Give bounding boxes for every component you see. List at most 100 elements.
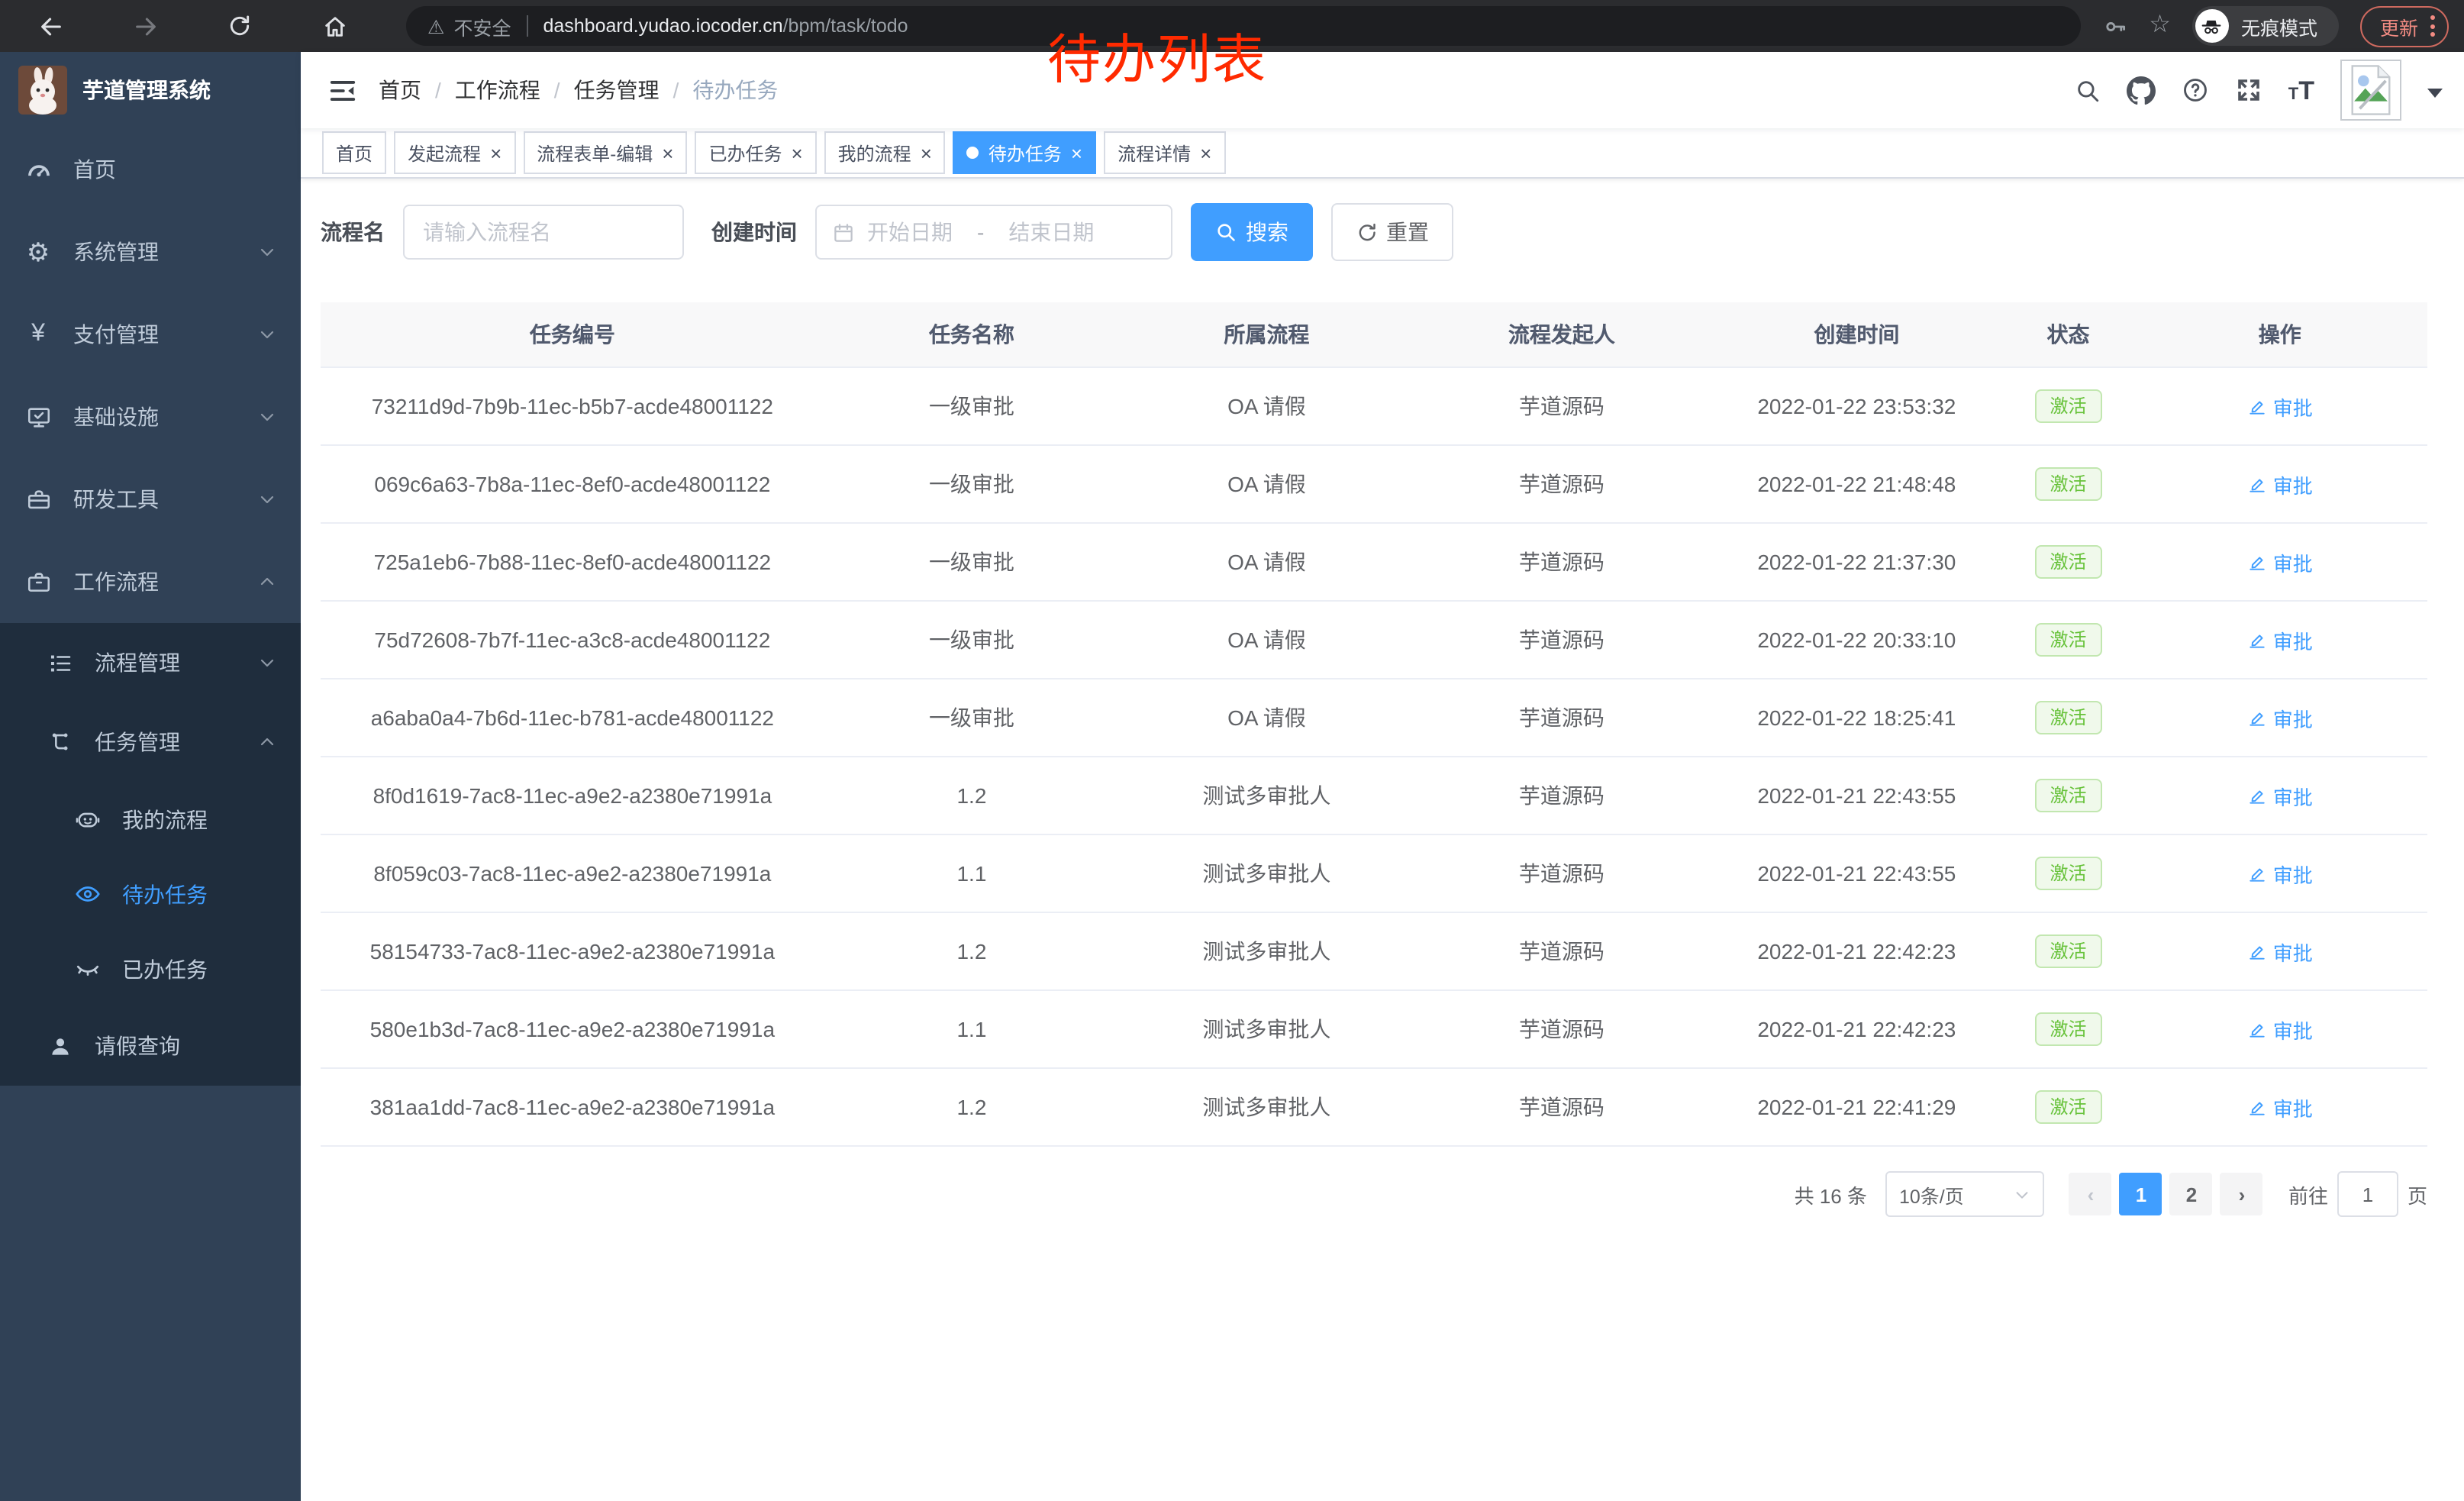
cell-process: 测试多审批人	[1119, 990, 1414, 1068]
cell-process: 测试多审批人	[1119, 834, 1414, 912]
site-security-section[interactable]: ⚠ 不安全	[427, 11, 511, 40]
sidebar-item-system[interactable]: ⚙ 系统管理	[0, 211, 301, 293]
browser-back-button[interactable]	[24, 5, 76, 47]
table-row: 8f0d1619-7ac8-11ec-a9e2-a2380e71991a 1.2…	[321, 757, 2427, 834]
cell-create-time: 2022-01-21 22:42:23	[1709, 990, 2004, 1068]
browser-menu-icon[interactable]	[2430, 15, 2435, 37]
pager: ‹ 12 ›	[2066, 1173, 2267, 1215]
tab-close-icon[interactable]: ×	[791, 143, 802, 163]
sidebar-item-my-process[interactable]: 我的流程	[0, 782, 301, 857]
sidebar: 芋道管理系统 首页 ⚙ 系统管理 ¥ 支付管理	[0, 52, 301, 1501]
tab[interactable]: 已办任务 ×	[695, 131, 816, 174]
cell-process: OA 请假	[1119, 523, 1414, 601]
browser-update-button[interactable]: 更新	[2360, 5, 2449, 47]
reset-button[interactable]: 重置	[1331, 203, 1453, 261]
approve-button[interactable]: 审批	[2247, 625, 2313, 654]
browser-reload-button[interactable]	[214, 5, 266, 47]
cell-status: 激活	[2004, 601, 2133, 679]
monitor-icon	[24, 404, 52, 430]
approve-button[interactable]: 审批	[2247, 703, 2313, 732]
tab-close-icon[interactable]: ×	[1071, 143, 1082, 163]
tab[interactable]: 流程详情 ×	[1104, 131, 1225, 174]
chevron-down-icon	[258, 243, 276, 261]
password-key-icon[interactable]	[2101, 13, 2127, 39]
date-range-input[interactable]: 开始日期 - 结束日期	[815, 205, 1172, 260]
avatar[interactable]	[2340, 60, 2401, 121]
sidebar-item-workflow[interactable]: 工作流程	[0, 541, 301, 623]
approve-button[interactable]: 审批	[2247, 859, 2313, 888]
page-size-select[interactable]: 10条/页	[1885, 1171, 2044, 1217]
tab[interactable]: 首页	[322, 131, 386, 174]
bookmark-star-icon[interactable]: ☆	[2149, 14, 2171, 38]
prev-page-button[interactable]: ‹	[2069, 1173, 2112, 1215]
browser-forward-button[interactable]	[119, 5, 171, 47]
avatar-caret-icon[interactable]	[2427, 88, 2443, 105]
approve-button[interactable]: 审批	[2247, 1093, 2313, 1122]
search-button[interactable]: 搜索	[1191, 203, 1313, 261]
cell-process: OA 请假	[1119, 679, 1414, 757]
chevron-down-icon	[258, 490, 276, 508]
status-badge: 激活	[2035, 1012, 2102, 1047]
sidebar-item-home[interactable]: 首页	[0, 128, 301, 211]
approve-button[interactable]: 审批	[2247, 547, 2313, 576]
breadcrumb-workflow[interactable]: 工作流程	[455, 75, 540, 105]
tab[interactable]: 待办任务 ×	[953, 131, 1096, 174]
sidebar-item-payment[interactable]: ¥ 支付管理	[0, 293, 301, 376]
help-icon[interactable]	[2182, 76, 2209, 104]
process-name-input[interactable]	[403, 205, 684, 260]
tab-close-icon[interactable]: ×	[1200, 143, 1211, 163]
tab[interactable]: 流程表单-编辑 ×	[523, 131, 687, 174]
sidebar-collapse-icon[interactable]	[328, 76, 357, 105]
approve-button[interactable]: 审批	[2247, 392, 2313, 421]
cell-task-name: 一级审批	[824, 601, 1119, 679]
sidebar-item-infra[interactable]: 基础设施	[0, 376, 301, 458]
search-icon[interactable]	[2075, 77, 2101, 103]
fullscreen-icon[interactable]	[2235, 76, 2262, 104]
browser-home-button[interactable]	[308, 5, 360, 47]
cell-action: 审批	[2132, 679, 2427, 757]
approve-button[interactable]: 审批	[2247, 781, 2313, 810]
status-badge: 激活	[2035, 701, 2102, 735]
chevron-down-icon	[258, 654, 276, 672]
cell-status: 激活	[2004, 523, 2133, 601]
tab[interactable]: 发起流程 ×	[394, 131, 515, 174]
cell-starter: 芋道源码	[1414, 601, 1709, 679]
approve-button[interactable]: 审批	[2247, 1015, 2313, 1044]
breadcrumb-current: 待办任务	[692, 75, 778, 105]
sidebar-item-done-tasks[interactable]: 已办任务	[0, 931, 301, 1006]
sidebar-item-devtools[interactable]: 研发工具	[0, 458, 301, 541]
sidebar-item-task-mgmt[interactable]: 任务管理	[0, 702, 301, 782]
cell-task-id: 73211d9d-7b9b-11ec-b5b7-acde48001122	[321, 367, 824, 445]
sidebar-item-todo-tasks[interactable]: 待办任务	[0, 857, 301, 931]
total-count: 共 16 条	[1795, 1180, 1867, 1209]
approve-button[interactable]: 审批	[2247, 937, 2313, 966]
cell-process: OA 请假	[1119, 601, 1414, 679]
breadcrumb: 首页 / 工作流程 / 任务管理 / 待办任务	[379, 75, 778, 105]
font-size-icon[interactable]: TT	[2288, 77, 2314, 103]
cell-create-time: 2022-01-21 22:41:29	[1709, 1068, 2004, 1146]
cell-task-name: 1.1	[824, 834, 1119, 912]
tab[interactable]: 我的流程 ×	[824, 131, 946, 174]
tab-close-icon[interactable]: ×	[490, 143, 502, 163]
page-jump-input[interactable]	[2337, 1171, 2398, 1217]
github-icon[interactable]	[2127, 76, 2156, 105]
sidebar-item-process-mgmt[interactable]: 流程管理	[0, 623, 301, 702]
breadcrumb-task-mgmt[interactable]: 任务管理	[574, 75, 660, 105]
tab-close-icon[interactable]: ×	[921, 143, 932, 163]
cell-process: OA 请假	[1119, 445, 1414, 523]
column-header-task-name: 任务名称	[824, 302, 1119, 367]
page-number-button[interactable]: 2	[2170, 1173, 2213, 1215]
sidebar-item-leave-query[interactable]: 请假查询	[0, 1006, 301, 1086]
cell-status: 激活	[2004, 445, 2133, 523]
cell-task-name: 一级审批	[824, 523, 1119, 601]
approve-button[interactable]: 审批	[2247, 470, 2313, 499]
next-page-button[interactable]: ›	[2221, 1173, 2263, 1215]
app-logo-row[interactable]: 芋道管理系统	[0, 52, 301, 128]
goto-label: 前往	[2288, 1180, 2328, 1209]
page-number-button[interactable]: 1	[2120, 1173, 2162, 1215]
tab-close-icon[interactable]: ×	[662, 143, 673, 163]
cell-task-id: 8f059c03-7ac8-11ec-a9e2-a2380e71991a	[321, 834, 824, 912]
breadcrumb-home[interactable]: 首页	[379, 75, 421, 105]
navbar: 首页 / 工作流程 / 任务管理 / 待办任务	[301, 52, 2464, 128]
status-badge: 激活	[2035, 545, 2102, 579]
